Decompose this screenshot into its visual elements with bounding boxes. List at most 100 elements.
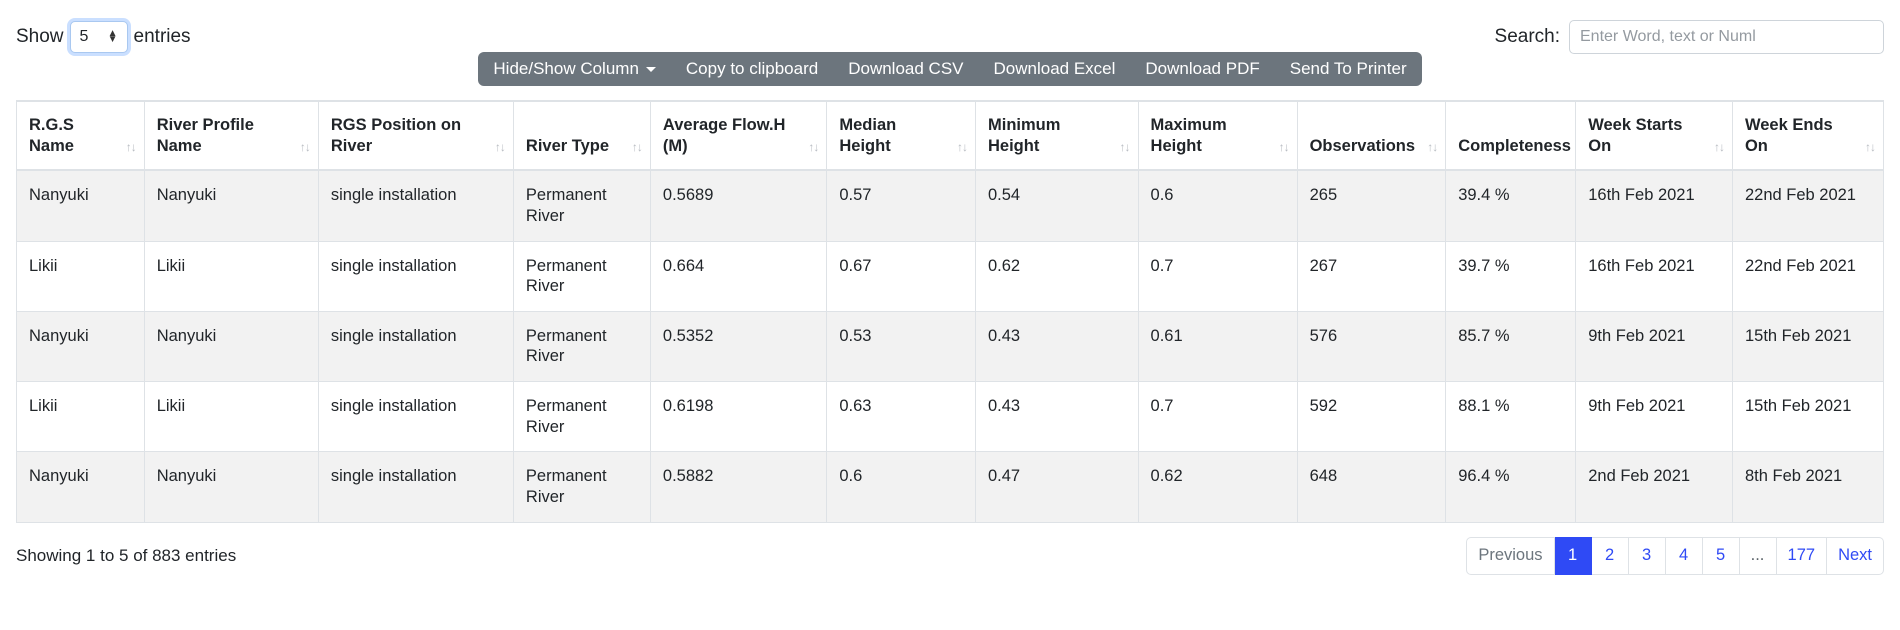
table-cell: 0.53	[826, 311, 976, 383]
toolbar-button-send-to-printer[interactable]: Send To Printer	[1275, 52, 1422, 86]
table-cell: 8th Feb 2021	[1732, 451, 1885, 523]
column-header-river-type[interactable]: River Type ↑↓	[513, 99, 651, 172]
table-cell: 0.6	[826, 451, 976, 523]
pagination-page-4[interactable]: 4	[1665, 536, 1703, 575]
stepper-arrows-icon: ▲ ▼	[107, 28, 118, 45]
search-control: Search:	[1495, 20, 1884, 54]
pagination-prev[interactable]: Previous	[1466, 536, 1555, 575]
pagination: Previous 1 2 3 4 5... 177 Next	[1466, 536, 1884, 575]
column-header-label: Completeness	[1458, 136, 1571, 155]
table-row: Likii Likii single installation Permanent R…	[16, 381, 1885, 453]
column-header-week-starts-on[interactable]: Week Starts On ↑↓	[1575, 99, 1733, 172]
table-cell: single installation	[318, 170, 514, 242]
sort-arrows-icon[interactable]: ↑↓	[1865, 140, 1876, 154]
table-row: Nanyuki Nanyuki single installation Permane…	[16, 451, 1885, 523]
pagination-page-5[interactable]: 5	[1702, 536, 1740, 575]
table-cell: 0.6198	[650, 381, 828, 453]
column-header-label: Week Starts On	[1588, 116, 1683, 155]
table-cell: 267	[1297, 241, 1447, 312]
toolbar-button-label: Download CSV	[848, 59, 964, 78]
pagination-dots[interactable]: ...	[1739, 536, 1777, 575]
column-header-week-ends-on[interactable]: Week Ends On ↑↓	[1732, 99, 1885, 172]
table-cell: Permanent River	[513, 170, 651, 242]
table-cell: 592	[1297, 381, 1447, 453]
column-header-observations[interactable]: Observations ↑↓	[1297, 99, 1447, 172]
table-cell: Nanyuki	[16, 170, 145, 242]
page-length-select[interactable]: 5 ▲ ▼	[69, 21, 128, 53]
table-controls-row: Show 5 ▲ ▼ entries Search:	[16, 0, 1884, 56]
sort-arrows-icon[interactable]: ↑↓	[808, 140, 819, 154]
table-cell: Likii	[16, 381, 145, 453]
toolbar-button-download-csv[interactable]: Download CSV	[833, 52, 978, 86]
toolbar-button-copy-to-clipboard[interactable]: Copy to clipboard	[671, 52, 833, 86]
table-cell: 576	[1297, 311, 1447, 383]
page-length-value: 5	[79, 28, 89, 45]
table-row: Nanyuki Nanyuki single installation Permane…	[16, 170, 1885, 242]
table-cell: 16th Feb 2021	[1575, 241, 1733, 312]
table-info: Showing 1 to 5 of 883 entries	[16, 545, 237, 565]
sort-arrows-icon[interactable]: ↑↓	[1279, 140, 1290, 154]
toolbar-button-hide-show-column[interactable]: Hide/Show Column	[478, 52, 671, 86]
table-cell: Permanent River	[513, 451, 651, 523]
page-length-control: Show 5 ▲ ▼ entries	[16, 21, 191, 53]
pagination-page-177[interactable]: 177	[1776, 536, 1828, 575]
table-cell: Nanyuki	[144, 170, 319, 242]
table-cell: 9th Feb 2021	[1575, 381, 1733, 453]
toolbar-button-download-pdf[interactable]: Download PDF	[1130, 52, 1274, 86]
column-header-rgs-position-on-river[interactable]: RGS Position on River ↑↓	[318, 99, 514, 172]
toolbar-button-label: Send To Printer	[1289, 59, 1407, 78]
column-header-label: Maximum Height	[1150, 116, 1227, 155]
sort-arrows-icon[interactable]: ↑↓	[1120, 140, 1131, 154]
chevron-down-icon	[645, 66, 656, 72]
column-header-label: R.G.S Name	[29, 116, 74, 155]
export-toolbar: Hide/Show Column Copy to clipboard Downloa…	[478, 52, 1422, 86]
column-header-river-profile-name[interactable]: River Profile Name ↑↓	[144, 99, 319, 172]
toolbar-button-download-excel[interactable]: Download Excel	[979, 52, 1131, 86]
datatable-page: Show 5 ▲▼ entries Search: Hide/Show Colu…	[0, 0, 1900, 630]
table-cell: 22nd Feb 2021	[1732, 241, 1885, 312]
search-label: Search:	[1494, 26, 1560, 47]
table-cell: single installation	[318, 381, 514, 453]
table-cell: 15th Feb 2021	[1732, 381, 1885, 453]
table-cell: 16th Feb 2021	[1575, 170, 1733, 242]
table-cell: single installation	[318, 241, 514, 312]
column-header-average-flow-h-m[interactable]: Average Flow.H (M) ↑↓	[650, 99, 828, 172]
column-header-label: River Type	[525, 136, 610, 155]
table-cell: 2nd Feb 2021	[1575, 451, 1733, 523]
table-cell: Permanent River	[513, 381, 651, 453]
column-header-median-height[interactable]: Median Height ↑↓	[826, 99, 976, 172]
pagination-next[interactable]: Next	[1827, 536, 1884, 575]
column-header-r-g-s-name[interactable]: R.G.S Name ↑↓	[16, 99, 145, 172]
column-header-label: Observations	[1309, 136, 1416, 155]
table-cell: 39.4 %	[1445, 170, 1577, 242]
sort-arrows-icon[interactable]: ↑↓	[1427, 140, 1438, 154]
table-header-row: R.G.S Name ↑↓ River Profile Name ↑↓ RGS Posi…	[16, 99, 1885, 172]
column-header-label: Median Height	[839, 116, 897, 155]
entries-label: entries	[133, 26, 191, 47]
table-cell: 0.67	[826, 241, 976, 312]
table-cell: 0.62	[975, 241, 1139, 312]
table-cell: 0.54	[975, 170, 1139, 242]
table-cell: 0.664	[650, 241, 828, 312]
table-cell: 0.61	[1138, 311, 1298, 383]
table-cell: 265	[1297, 170, 1447, 242]
river-gauge-table: R.G.S Name ↑↓ River Profile Name ↑↓ RGS Posi…	[16, 99, 1885, 523]
sort-arrows-icon[interactable]: ↑↓	[1714, 140, 1725, 154]
sort-arrows-icon[interactable]: ↑↓	[126, 140, 137, 154]
pagination-page-3[interactable]: 3	[1628, 536, 1666, 575]
pagination-page-2[interactable]: 2	[1591, 536, 1629, 575]
table-cell: Likii	[144, 381, 319, 453]
column-header-label: Week Ends On	[1744, 116, 1833, 155]
column-header-maximum-height[interactable]: Maximum Height ↑↓	[1138, 99, 1298, 172]
pagination-page-1[interactable]: 1	[1554, 536, 1592, 575]
column-header-minimum-height[interactable]: Minimum Height ↑↓	[975, 99, 1139, 172]
search-input[interactable]	[1569, 20, 1884, 54]
table-row: Nanyuki Nanyuki single installation Permane…	[16, 311, 1885, 383]
table-cell: 0.43	[975, 311, 1139, 383]
sort-arrows-icon[interactable]: ↑↓	[300, 140, 311, 154]
sort-arrows-icon[interactable]: ↑↓	[632, 140, 643, 154]
sort-arrows-icon[interactable]: ↑↓	[957, 140, 968, 154]
sort-arrows-icon[interactable]: ↑↓	[495, 140, 506, 154]
table-cell: Permanent River	[513, 241, 651, 312]
table-cell: 88.1 %	[1445, 381, 1577, 453]
